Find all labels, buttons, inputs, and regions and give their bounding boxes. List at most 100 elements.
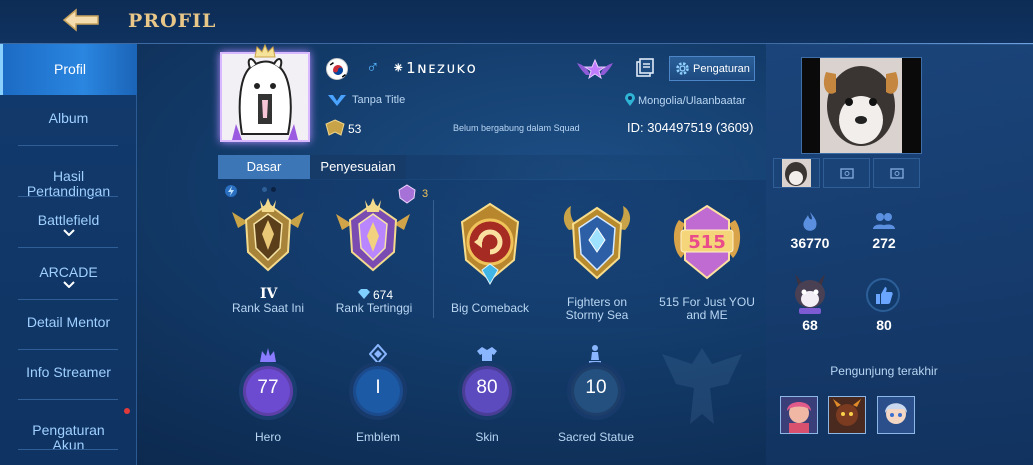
dog-photo-image (820, 58, 902, 153)
star-diamond-icon (358, 289, 370, 299)
chevron-down-icon (62, 229, 75, 236)
photo-thumbnail-1[interactable] (773, 158, 820, 188)
visitor-avatar-image (829, 397, 865, 433)
visitor-avatar-image (781, 397, 817, 433)
pet-icon[interactable] (789, 270, 831, 316)
emblem-count: I (375, 377, 381, 398)
achievement-divider (433, 200, 434, 318)
sidebar-item-label: Detail Mentor (26, 314, 111, 330)
camera-icon (890, 168, 904, 179)
sidebar-item-detail-mentor[interactable]: Detail Mentor (0, 314, 137, 330)
rank-highest-stars: 674 (373, 288, 394, 302)
sidebar-item-label: Battlefield (37, 212, 100, 228)
sidebar-item-label: Hasil Pertandingan (26, 168, 111, 199)
rank-current-label: Rank Saat Ini (231, 301, 305, 315)
settings-button[interactable]: Pengaturan (669, 56, 755, 81)
emblem-label: Emblem (355, 430, 400, 444)
location-text: Mongolia/Ulaanbaatar (638, 95, 746, 107)
tab-bar: Dasar Penyesuaian (218, 155, 766, 179)
followers-icon (873, 213, 895, 229)
sidebar-item-label: Album (48, 110, 89, 126)
visitor-avatar-1[interactable] (780, 396, 818, 434)
rank-emblem-count: 3 (422, 188, 429, 200)
male-gender-icon: ♂ (366, 57, 380, 77)
like-button[interactable] (866, 278, 900, 312)
sidebar-divider (18, 145, 118, 146)
username: ⁕1ɴᴇᴢᴜᴋᴏ (392, 59, 478, 77)
thumbs-up-icon (876, 287, 893, 304)
gear-icon (676, 62, 689, 75)
sacred-statue-count: 10 (585, 377, 607, 398)
svg-text:515: 515 (688, 232, 726, 253)
sacred-statue-label: Sacred Statue (557, 430, 635, 444)
wings-star-icon (577, 58, 613, 80)
pet-value: 68 (802, 317, 818, 333)
sidebar-divider (18, 196, 118, 197)
crown-icon (254, 44, 276, 58)
camera-icon (840, 168, 854, 179)
visitor-avatar-2[interactable] (828, 396, 866, 434)
achievement-label: 515 For Just YOU and ME (659, 295, 755, 322)
page-title: PROFIL (128, 10, 217, 32)
settings-button-label: Pengaturan (693, 63, 750, 75)
page-dot (271, 187, 276, 192)
korea-flag-icon (326, 58, 348, 80)
sidebar-divider (18, 247, 118, 248)
popularity-value: 36770 (790, 235, 830, 251)
sidebar-divider (18, 399, 118, 400)
sidebar-item-album[interactable]: Album (0, 110, 137, 126)
515-party-icon: 515 (673, 204, 741, 280)
title-wings-icon (328, 95, 346, 106)
sidebar-item-label: ARCADE (39, 264, 98, 280)
big-comeback-icon (460, 202, 520, 286)
tab-penyesuaian[interactable]: Penyesuaian (310, 155, 406, 179)
likes-value: 80 (876, 317, 892, 333)
back-arrow-icon (62, 8, 99, 32)
hero-label: Hero (254, 430, 281, 444)
lightning-icon (225, 185, 237, 197)
visitor-avatar-image (878, 397, 914, 433)
page-dot (262, 187, 267, 192)
rank-current-badge[interactable] (230, 198, 306, 278)
level-icon (325, 119, 345, 136)
sidebar-item-info-streamer[interactable]: Info Streamer (0, 364, 137, 380)
visitor-avatar-3[interactable] (877, 396, 915, 434)
sidebar-item-label: Profil (54, 61, 86, 77)
sidebar-item-pengaturan-akun[interactable]: Pengaturan Akun (0, 408, 137, 453)
sidebar-item-hasil-pertandingan[interactable]: Hasil Pertandingan (0, 154, 137, 199)
sidebar-divider (18, 449, 118, 450)
photo-thumbnail-3[interactable] (873, 158, 920, 188)
hero-count: 77 (257, 377, 279, 398)
tab-dasar[interactable]: Dasar (218, 155, 310, 179)
flame-icon (803, 212, 817, 231)
achievement-515[interactable]: 515 (667, 200, 747, 286)
rank-highest-label: Rank Tertinggi (335, 301, 413, 315)
achievement-label: Big Comeback (450, 301, 530, 315)
photo-thumbnail-2[interactable] (823, 158, 870, 188)
mythic-rank-icon (232, 198, 304, 272)
back-button[interactable] (58, 6, 108, 36)
mythic-glory-icon (336, 198, 410, 272)
dog-thumbnail-image (782, 159, 811, 187)
skin-count: 80 (476, 377, 498, 398)
player-id: ID: 304497519 (3609) (627, 120, 754, 135)
avatar-image (222, 54, 308, 140)
followers-value: 272 (872, 235, 896, 251)
sidebar-item-profil[interactable]: Profil (0, 44, 137, 95)
fighters-badge-icon (563, 206, 631, 280)
sidebar-item-arcade[interactable]: ARCADE (0, 264, 137, 288)
chevron-down-icon (62, 281, 75, 288)
sidebar-item-battlefield[interactable]: Battlefield (0, 212, 137, 236)
squad-status: Belum bergabung dalam Squad (453, 123, 580, 133)
achievement-fighters-stormy-sea[interactable] (559, 200, 635, 286)
recent-visitors-label: Pengunjung terakhir (830, 364, 938, 378)
profile-title: Tanpa Title (352, 94, 406, 106)
rank-current-tier: IV (260, 286, 278, 302)
avatar[interactable] (220, 52, 310, 142)
profile-photo[interactable] (801, 57, 922, 154)
card-icon[interactable] (635, 58, 655, 78)
rank-highest-badge[interactable] (334, 198, 412, 278)
level-value: 53 (348, 122, 362, 136)
achievement-label: Fighters on Stormy Sea (565, 295, 629, 322)
achievement-big-comeback[interactable] (452, 200, 528, 286)
